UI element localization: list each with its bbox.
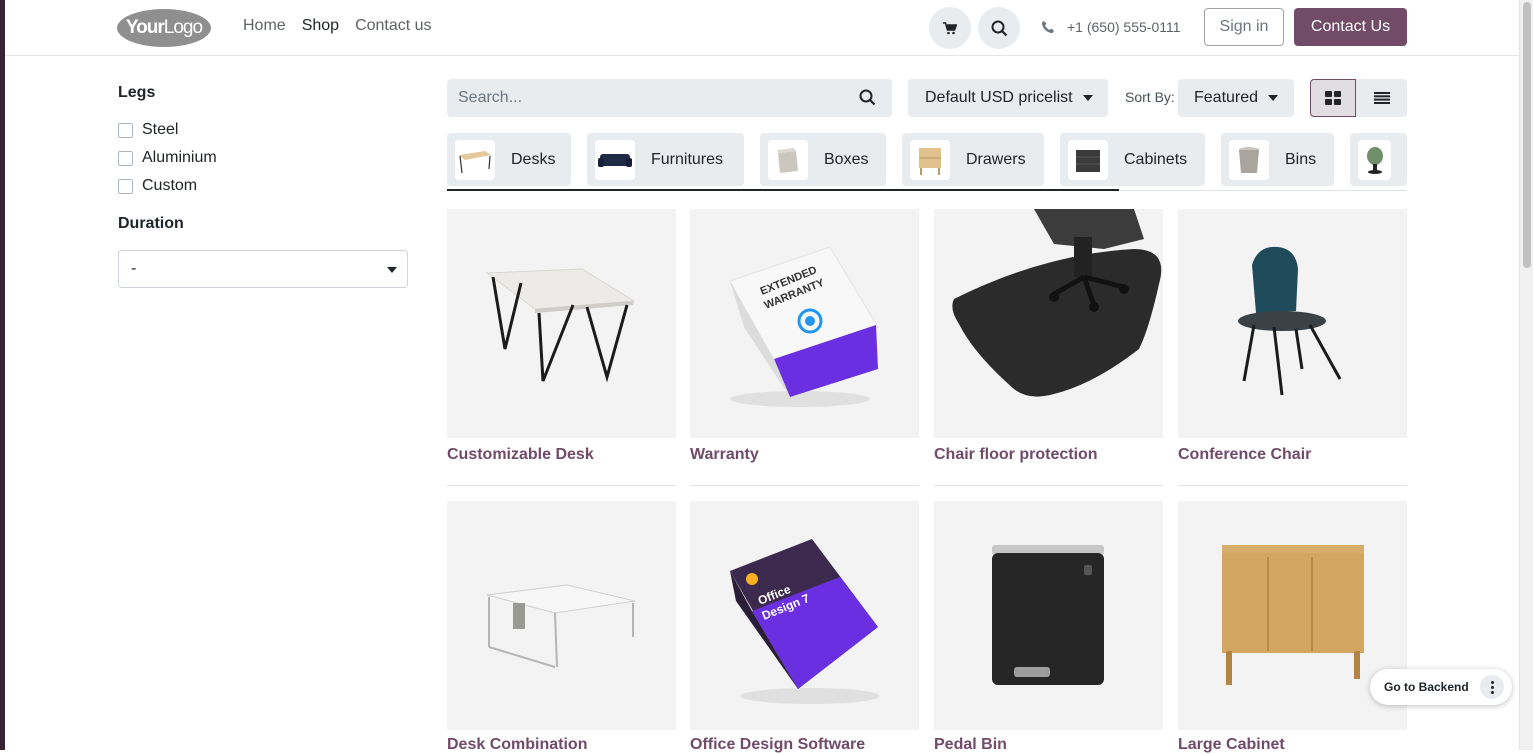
site-header: YourLogo Home Shop Contact us +1 (650) 5…	[5, 0, 1519, 56]
legs-filter-title: Legs	[118, 84, 156, 101]
category-boxes[interactable]: Boxes	[760, 133, 886, 186]
signin-button[interactable]: Sign in	[1204, 8, 1284, 46]
category-desks[interactable]: Desks	[447, 133, 571, 186]
product-divider	[690, 485, 919, 486]
product-search-input[interactable]: Search...	[447, 79, 892, 117]
nav-home[interactable]: Home	[243, 17, 286, 35]
list-view-button[interactable]	[1356, 79, 1407, 117]
chevron-down-icon	[387, 267, 397, 273]
product-image-desk-combination[interactable]	[447, 501, 676, 730]
category-drawers[interactable]: Drawers	[902, 133, 1044, 186]
product-name[interactable]: Desk Combination	[447, 736, 587, 754]
product-image-warranty[interactable]: EXTENDED WARRANTY	[690, 209, 919, 438]
product-image-office-design-software[interactable]: Office Design 7	[690, 501, 919, 730]
window-left-edge	[0, 0, 5, 750]
go-to-backend-button[interactable]: Go to Backend	[1370, 669, 1512, 705]
product-name[interactable]: Conference Chair	[1178, 446, 1311, 464]
duration-select[interactable]: -	[118, 250, 408, 288]
legs-option-aluminium[interactable]: Aluminium	[118, 149, 217, 167]
product-divider	[447, 485, 676, 486]
list-icon	[1373, 92, 1390, 104]
category-cabinets[interactable]: Cabinets	[1060, 133, 1205, 186]
product-image-chair-floor-protection[interactable]	[934, 209, 1163, 438]
product-name[interactable]: Customizable Desk	[447, 446, 594, 464]
scrollbar-thumb[interactable]	[1523, 2, 1531, 268]
search-toggle-button[interactable]	[978, 7, 1020, 49]
bin-thumbnail	[1229, 139, 1269, 180]
product-name[interactable]: Office Design Software	[690, 736, 865, 754]
product-divider	[934, 485, 1163, 486]
pricelist-dropdown[interactable]: Default USD pricelist	[908, 79, 1108, 117]
checkbox[interactable]	[118, 122, 133, 138]
grid-icon	[1325, 91, 1341, 105]
checkbox[interactable]	[118, 178, 133, 194]
legs-option-steel[interactable]: Steel	[118, 121, 178, 139]
site-logo[interactable]: YourLogo	[117, 9, 211, 47]
product-name[interactable]: Warranty	[690, 446, 759, 464]
phone-contact[interactable]: +1 (650) 555-0111	[1041, 19, 1181, 35]
checkbox[interactable]	[118, 150, 133, 166]
cart-icon	[943, 21, 957, 34]
phone-icon	[1042, 21, 1054, 33]
nav-shop[interactable]: Shop	[302, 17, 339, 35]
search-icon	[991, 20, 1007, 36]
sortby-label: Sort By:	[1125, 89, 1175, 105]
grid-view-button[interactable]	[1310, 79, 1356, 117]
search-icon[interactable]	[859, 89, 876, 111]
more-options-icon[interactable]	[1480, 675, 1504, 699]
product-divider	[1178, 485, 1407, 486]
chevron-down-icon	[1083, 95, 1093, 101]
category-scroll-indicator[interactable]	[447, 189, 1119, 191]
category-furnitures[interactable]: Furnitures	[587, 133, 744, 186]
page-scrollbar[interactable]	[1519, 0, 1533, 750]
nav-contact[interactable]: Contact us	[355, 17, 431, 35]
chevron-down-icon	[1268, 95, 1278, 101]
product-name[interactable]: Chair floor protection	[934, 446, 1098, 464]
cart-button[interactable]	[929, 7, 971, 49]
desk-thumbnail	[455, 139, 495, 180]
cabinet-thumbnail	[1068, 139, 1108, 180]
box-thumbnail	[768, 139, 808, 180]
search-placeholder: Search...	[458, 89, 523, 106]
product-image-pedal-bin[interactable]	[934, 501, 1163, 730]
category-bins[interactable]: Bins	[1221, 133, 1334, 186]
contact-us-button[interactable]: Contact Us	[1294, 8, 1407, 46]
product-image-conference-chair[interactable]	[1178, 209, 1407, 438]
phone-number: +1 (650) 555-0111	[1067, 19, 1181, 35]
product-name[interactable]: Pedal Bin	[934, 736, 1007, 754]
drawer-thumbnail	[910, 139, 950, 180]
duration-filter-title: Duration	[118, 215, 184, 232]
product-image-customizable-desk[interactable]	[447, 209, 676, 438]
category-lamps-partial[interactable]	[1350, 133, 1407, 186]
sofa-thumbnail	[595, 139, 635, 180]
lamp-thumbnail	[1358, 139, 1391, 180]
legs-option-custom[interactable]: Custom	[118, 177, 197, 195]
main-nav: Home Shop Contact us	[243, 17, 432, 35]
product-name[interactable]: Large Cabinet	[1178, 736, 1285, 754]
sortby-dropdown[interactable]: Featured	[1178, 79, 1294, 117]
